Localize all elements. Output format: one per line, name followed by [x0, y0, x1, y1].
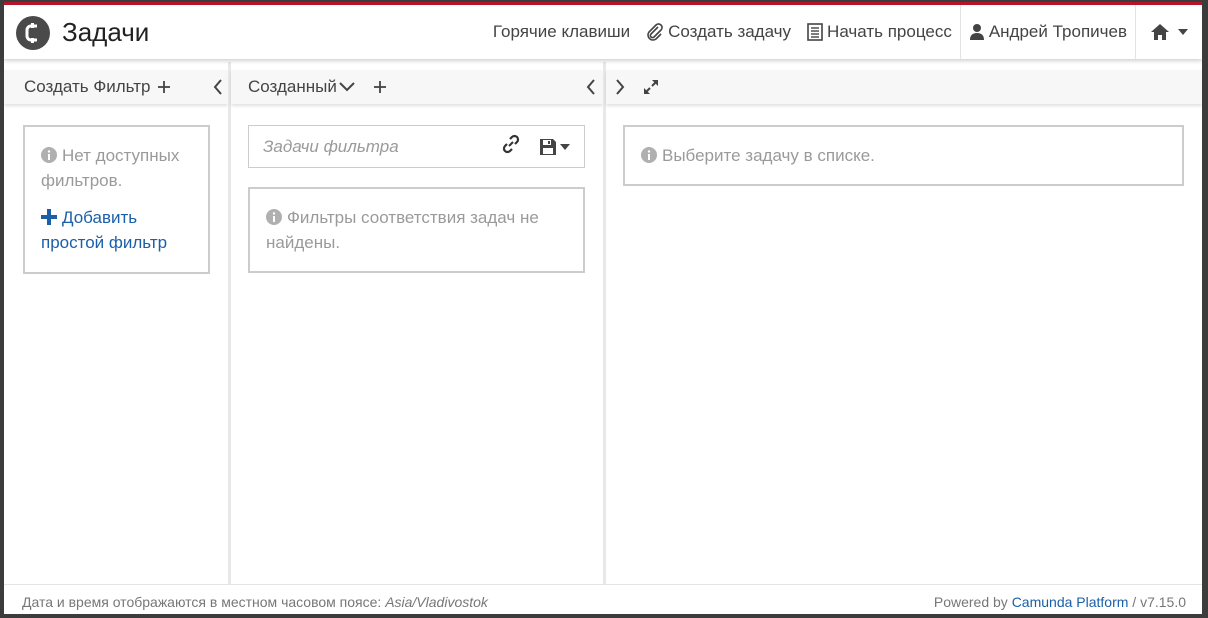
camunda-logo-icon[interactable] — [16, 16, 50, 50]
start-process-label: Начать процесс — [827, 22, 952, 41]
timezone-text: Дата и время отображаются в местном часо… — [22, 594, 386, 610]
filters-empty-box: Нет доступных фильтров. Добавить простой… — [23, 125, 210, 274]
filters-header: Создать Фильтр — [4, 70, 228, 104]
info-icon — [641, 147, 657, 163]
chevron-left-icon — [586, 79, 595, 95]
task-list-empty-box: Фильтры соответствия задач не найдены. — [248, 187, 585, 273]
create-filter-label: Создать Фильтр — [24, 77, 151, 96]
task-search-box — [248, 125, 585, 168]
app-window: Задачи Горячие клавиши Создать задачу На… — [4, 2, 1202, 614]
filters-empty-text: Нет доступных фильтров. — [41, 146, 180, 190]
task-detail-empty-text: Выберите задачу в списке. — [662, 146, 875, 165]
version-text: / v7.15.0 — [1128, 594, 1186, 610]
start-process-link[interactable]: Начать процесс — [799, 5, 960, 59]
chevron-down-icon — [339, 82, 355, 92]
top-navbar: Задачи Горячие клавиши Создать задачу На… — [4, 5, 1202, 59]
info-icon — [41, 147, 57, 163]
task-detail-empty-box: Выберите задачу в списке. — [623, 125, 1184, 186]
camunda-platform-link[interactable]: Camunda Platform — [1012, 594, 1129, 610]
filters-column: Создать Фильтр Нет доступных фильтров. Д… — [4, 62, 228, 584]
task-list-empty-text: Фильтры соответствия задач не найдены. — [266, 208, 539, 252]
list-icon — [807, 23, 823, 41]
task-detail-column: Выберите задачу в списке. — [606, 62, 1202, 584]
user-menu[interactable]: Андрей Тропичев — [961, 5, 1135, 59]
chevron-right-icon — [616, 79, 625, 95]
filters-empty-message: Нет доступных фильтров. — [41, 143, 192, 193]
save-search-dropdown[interactable] — [539, 138, 570, 156]
hotkeys-label: Горячие клавиши — [492, 22, 631, 41]
link-button[interactable] — [501, 134, 521, 159]
add-simple-filter-link[interactable]: Добавить простой фильтр — [41, 205, 192, 255]
expand-icon — [644, 80, 658, 94]
collapse-filters-button[interactable] — [212, 78, 224, 96]
powered-by: Powered by Camunda Platform / v7.15.0 — [934, 594, 1186, 610]
home-menu-button[interactable] — [1136, 5, 1202, 59]
info-icon — [266, 209, 282, 225]
user-icon — [969, 24, 984, 40]
caret-down-icon — [560, 143, 570, 150]
add-sort-button[interactable] — [373, 80, 387, 94]
task-search-input[interactable] — [263, 136, 493, 157]
task-list-column: Созданный Задачи фильтра Фильтры соответ… — [231, 62, 603, 584]
footer: Дата и время отображаются в местном часо… — [4, 584, 1202, 614]
task-detail-header — [606, 70, 1202, 104]
user-name: Андрей Тропичев — [988, 22, 1127, 41]
create-task-label: Создать задачу — [668, 22, 792, 41]
plus-icon — [158, 81, 171, 93]
fullscreen-button[interactable] — [642, 78, 660, 96]
add-simple-filter-label: Добавить простой фильтр — [41, 208, 168, 252]
powered-by-text: Powered by — [933, 594, 1012, 610]
task-list-header: Созданный — [231, 70, 603, 104]
paperclip-icon — [647, 23, 663, 41]
save-icon — [540, 138, 556, 155]
nav-menu: Горячие клавиши Создать задачу Начать пр… — [485, 5, 1202, 59]
chevron-left-icon — [213, 79, 222, 95]
create-task-link[interactable]: Создать задачу — [638, 5, 799, 59]
timezone-note: Дата и время отображаются в местном часо… — [22, 594, 488, 610]
timezone-value: Asia/Vladivostok — [385, 594, 488, 610]
caret-down-icon — [1178, 29, 1188, 35]
plus-icon — [373, 81, 386, 93]
link-icon — [502, 134, 520, 154]
create-filter-button[interactable]: Создать Фильтр — [24, 77, 171, 97]
home-icon — [1151, 24, 1169, 40]
sort-by-label: Созданный — [248, 77, 337, 96]
expand-list-button[interactable] — [614, 78, 626, 96]
collapse-list-button[interactable] — [585, 78, 597, 96]
sort-by-dropdown[interactable]: Созданный — [248, 77, 355, 97]
hotkeys-link[interactable]: Горячие клавиши — [485, 5, 638, 59]
app-title: Задачи — [62, 17, 150, 47]
plus-icon — [41, 209, 57, 225]
